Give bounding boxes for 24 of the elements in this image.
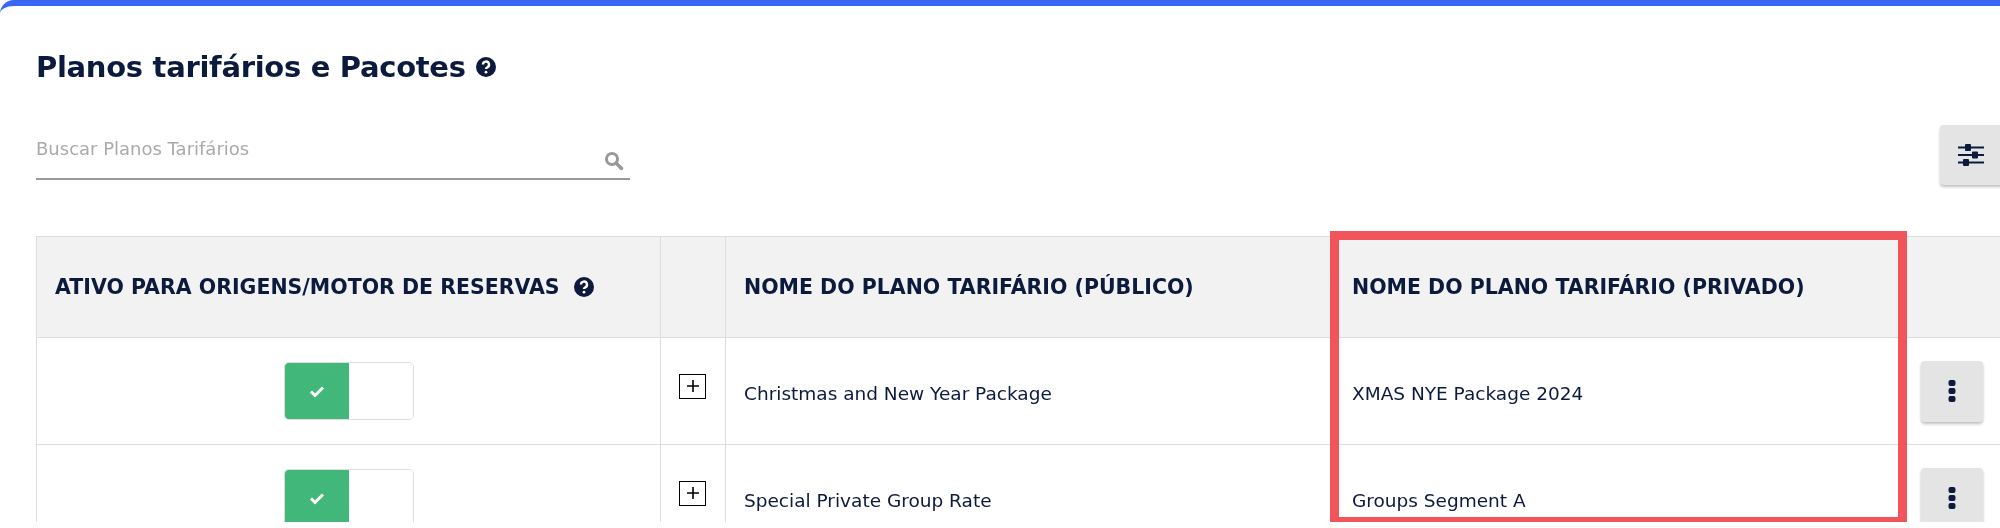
column-header: ATIVO PARA ORIGENS/MOTOR DE RESERVAS: [55, 275, 560, 299]
expand-button[interactable]: [679, 373, 706, 399]
filter-button[interactable]: [1940, 125, 2000, 185]
toggle-switch[interactable]: [283, 469, 414, 522]
search-icon: [604, 151, 624, 171]
help-icon[interactable]: [475, 57, 496, 77]
plus-icon: [685, 379, 700, 393]
search-field[interactable]: Buscar Planos Tarifários: [36, 133, 630, 180]
table-cell: XMAS NYE Package 2024: [1352, 382, 1584, 404]
more-button[interactable]: [1921, 467, 1983, 522]
column-header: NOME DO PLANO TARIFÁRIO (PRIVADO): [1352, 275, 1805, 299]
table-cell: Christmas and New Year Package: [744, 382, 1052, 404]
expand-button[interactable]: [679, 480, 706, 506]
help-icon[interactable]: [573, 277, 594, 297]
column-header: NOME DO PLANO TARIFÁRIO (PÚBLICO): [744, 275, 1194, 299]
more-button[interactable]: [1921, 360, 1983, 422]
more-icon: [1948, 486, 1956, 510]
plus-icon: [685, 486, 700, 500]
table-cell: Special Private Group Rate: [744, 489, 992, 511]
toggle-switch[interactable]: [283, 362, 414, 420]
sliders-icon: [1958, 144, 1984, 166]
page-title: Planos tarifários e Pacotes: [36, 50, 466, 84]
more-icon: [1948, 379, 1956, 403]
table-cell: Groups Segment A: [1352, 489, 1526, 511]
